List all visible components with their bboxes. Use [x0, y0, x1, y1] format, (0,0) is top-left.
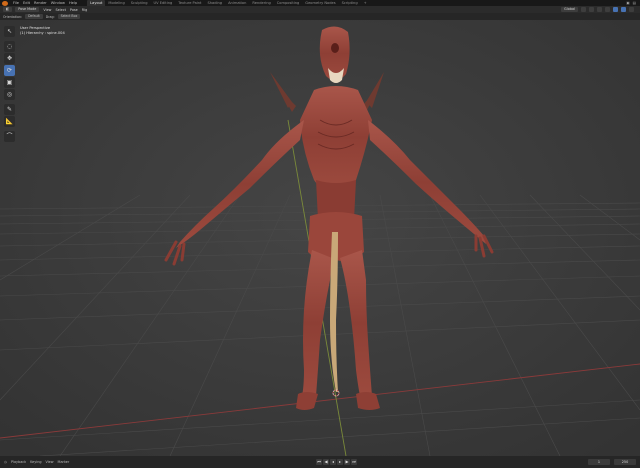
scale-icon[interactable]: ▣: [4, 77, 15, 88]
tool-settings-header: Orientation: Default Drag: Select Box: [0, 13, 640, 20]
next-keyframe-icon[interactable]: ▶: [344, 459, 350, 465]
orientation-select[interactable]: Default: [25, 14, 43, 19]
timeline-marker-menu[interactable]: Marker: [58, 460, 70, 464]
menu-pose[interactable]: Pose: [70, 8, 78, 12]
3d-viewport[interactable]: User Perspective (1) Hierarchy : spine.0…: [0, 20, 640, 456]
mode-select[interactable]: Pose Mode: [15, 7, 40, 12]
menu-render[interactable]: Render: [32, 1, 49, 5]
timeline-keying-menu[interactable]: Keying: [30, 460, 41, 464]
timeline-editor-icon[interactable]: ◷: [4, 460, 7, 464]
rotate-icon[interactable]: ⟳: [4, 65, 15, 76]
menu-window[interactable]: Window: [49, 1, 67, 5]
scene-icon[interactable]: ▣: [626, 1, 629, 5]
play-reverse-icon[interactable]: ◂: [330, 459, 336, 465]
timeline-playback-menu[interactable]: Playback: [11, 460, 26, 464]
material-shading-icon[interactable]: [629, 7, 634, 12]
timeline-header: ◷ Playback Keying View Marker ⏮ ◀ ◂ ▸ ▶ …: [0, 456, 640, 468]
playback-controls: ⏮ ◀ ◂ ▸ ▶ ⏭: [316, 459, 357, 465]
measure-icon[interactable]: 📐: [4, 116, 15, 127]
active-object-label: (1) Hierarchy : spine.004: [20, 31, 65, 35]
select-icon[interactable]: ◌: [4, 41, 15, 52]
tool-shelf: ↖ ◌ ✥ ⟳ ▣ ◎ ✎ 📐 ⌒: [4, 26, 15, 142]
transform-icon[interactable]: ◎: [4, 89, 15, 100]
viewport-header: ◧ Pose Mode View Select Pose Rig Global: [0, 6, 640, 13]
current-frame-field[interactable]: 1: [588, 459, 610, 465]
menu-edit[interactable]: Edit: [21, 1, 32, 5]
viewport-header-right: Global: [561, 7, 634, 12]
end-frame-field[interactable]: 250: [614, 459, 636, 465]
cursor-icon[interactable]: ↖: [4, 26, 15, 37]
annotate-icon[interactable]: ✎: [4, 104, 15, 115]
snap-icon[interactable]: [589, 7, 594, 12]
blender-logo-icon[interactable]: [2, 0, 8, 6]
proportional-edit-icon[interactable]: [597, 7, 602, 12]
jump-start-icon[interactable]: ⏮: [316, 459, 322, 465]
timeline-view-menu[interactable]: View: [46, 460, 54, 464]
xray-icon[interactable]: [613, 7, 618, 12]
move-icon[interactable]: ✥: [4, 53, 15, 64]
jump-end-icon[interactable]: ⏭: [351, 459, 357, 465]
pivot-icon[interactable]: [581, 7, 586, 12]
menu-help[interactable]: Help: [67, 1, 79, 5]
view-layer-icon[interactable]: ▤: [633, 1, 636, 5]
prev-keyframe-icon[interactable]: ◀: [323, 459, 329, 465]
editor-type-button[interactable]: ◧: [3, 7, 13, 12]
overlay-icon[interactable]: [605, 7, 610, 12]
solid-shading-icon[interactable]: [621, 7, 626, 12]
drag-label: Drag:: [45, 14, 55, 19]
menu-file[interactable]: File: [11, 1, 21, 5]
main-menu: File Edit Render Window Help: [11, 1, 79, 5]
menu-view[interactable]: View: [43, 8, 51, 12]
relax-icon[interactable]: ⌒: [4, 131, 15, 142]
orientation-label: Orientation:: [3, 14, 23, 19]
transform-orientation-select[interactable]: Global: [561, 7, 578, 12]
drag-select[interactable]: Select Box: [57, 14, 81, 19]
viewport-canvas[interactable]: [0, 20, 640, 456]
menu-rig[interactable]: Rig: [82, 8, 87, 12]
play-icon[interactable]: ▸: [337, 459, 343, 465]
menu-select[interactable]: Select: [55, 8, 65, 12]
viewport-info: User Perspective (1) Hierarchy : spine.0…: [20, 26, 65, 36]
